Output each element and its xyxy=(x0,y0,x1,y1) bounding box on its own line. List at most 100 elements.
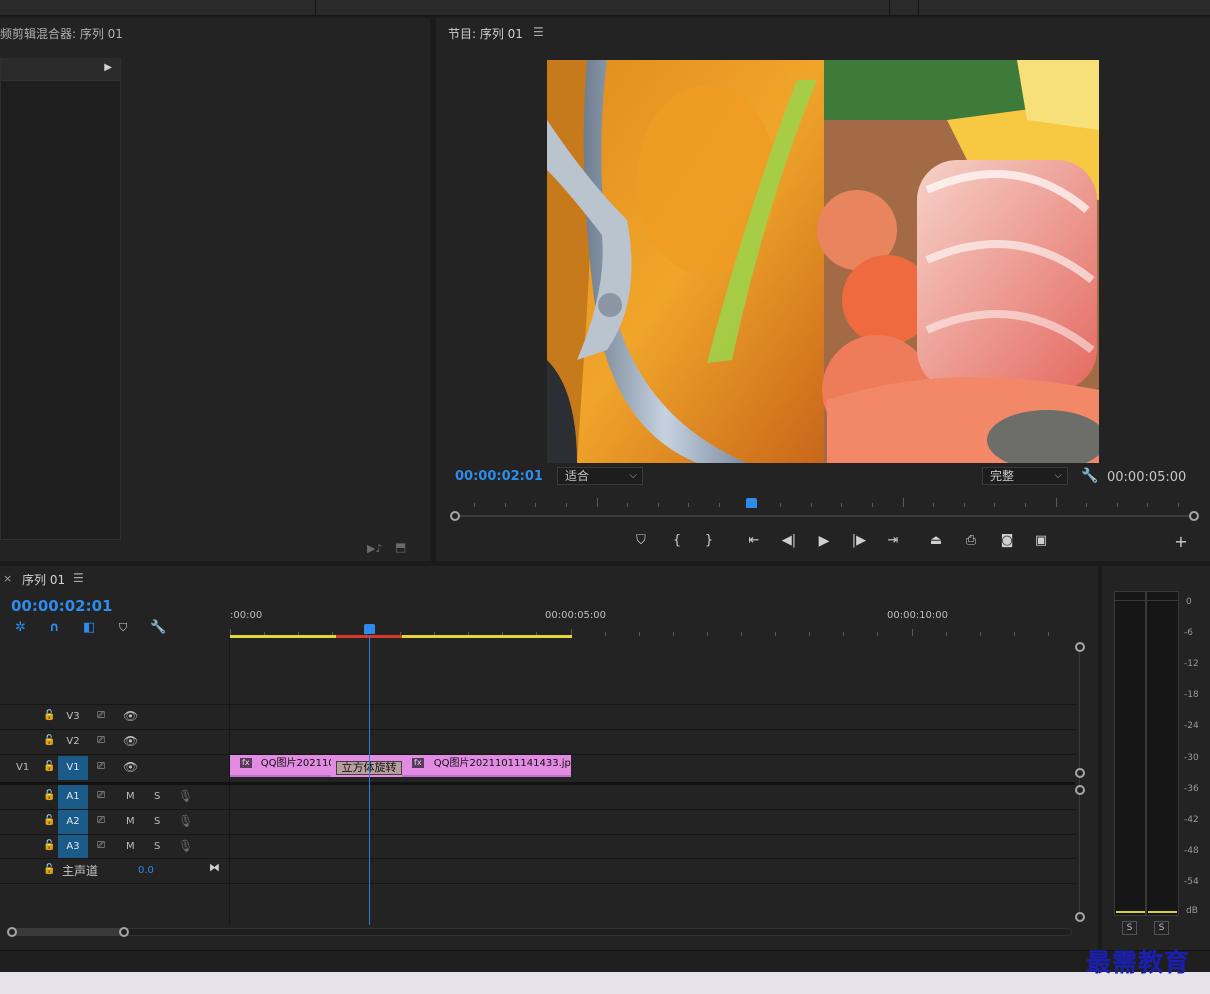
comparison-view-icon[interactable]: ▣ xyxy=(1030,531,1052,551)
meter-floor-left xyxy=(1116,911,1145,913)
mixer-track-area: ▶ xyxy=(0,58,121,540)
microphone-icon[interactable]: 🎙 xyxy=(178,789,193,803)
sync-lock-icon[interactable]: ⎚ xyxy=(97,840,105,851)
microphone-icon[interactable]: 🎙 xyxy=(178,814,193,828)
meter-scale-6: -6 xyxy=(1184,628,1193,638)
sequence-tab-title[interactable]: 序列 01 xyxy=(22,571,65,588)
go-to-in-icon[interactable]: ⇤ xyxy=(743,531,765,551)
program-monitor-title: 节目: 序列 01 xyxy=(448,27,523,41)
horizontal-scroll-track xyxy=(14,928,1072,936)
track-header-a3: 🔓 A3 ⎚ M S 🎙 xyxy=(0,835,229,859)
lock-icon[interactable]: 🔓 xyxy=(43,864,55,875)
track-name-v2[interactable]: V2 xyxy=(58,731,88,753)
ruler-label-5s: 00:00:05:00 xyxy=(545,610,607,621)
playback-resolution-select[interactable]: 完整 ⌵ xyxy=(982,467,1068,485)
lift-icon[interactable]: ⏏ xyxy=(925,531,947,551)
mark-out-icon[interactable]: } xyxy=(698,531,720,551)
lock-icon[interactable]: 🔓 xyxy=(43,790,55,801)
audio-meter-panel: 0 -6 -12 -18 -24 -30 -36 -42 -48 -54 dB … xyxy=(1102,566,1210,950)
mute-button[interactable]: M xyxy=(126,841,135,852)
solo-button-left[interactable]: S xyxy=(1122,921,1137,935)
play-icon[interactable]: ▶ xyxy=(813,531,835,551)
zoom-handle-left[interactable] xyxy=(7,927,17,937)
zoom-handle-right[interactable] xyxy=(1189,511,1199,521)
zoom-level-select[interactable]: 适合 ⌵ xyxy=(557,467,643,485)
timeline-timecode[interactable]: 00:00:02:01 xyxy=(11,597,113,615)
export-frame-icon[interactable]: ◙ xyxy=(996,531,1018,551)
horizontal-scroll-thumb[interactable] xyxy=(12,928,126,936)
solo-button[interactable]: S xyxy=(154,791,160,802)
track-header-v3: 🔓 V3 ⎚ 👁 xyxy=(0,705,229,729)
panel-menu-icon[interactable]: ☰ xyxy=(533,25,544,39)
ruler-label-10s: 00:00:10:00 xyxy=(887,610,949,621)
video-scroll-handle-bottom[interactable] xyxy=(1075,768,1085,778)
snap-icon[interactable]: ✲ xyxy=(15,620,26,635)
master-volume-value[interactable]: 0.0 xyxy=(138,865,154,876)
zoom-handle-right[interactable] xyxy=(119,927,129,937)
lock-icon[interactable]: 🔓 xyxy=(43,761,55,772)
track-name-v1[interactable]: V1 xyxy=(58,756,88,780)
lock-icon[interactable]: 🔓 xyxy=(43,815,55,826)
panel-menu-icon[interactable]: ☰ xyxy=(73,571,84,585)
top-toolbar-strip xyxy=(0,0,1210,16)
audio-scroll-handle-bottom[interactable] xyxy=(1075,912,1085,922)
eye-icon[interactable]: 👁 xyxy=(123,760,138,774)
sync-lock-icon[interactable]: ⎚ xyxy=(97,735,105,746)
sync-lock-icon[interactable]: ⎚ xyxy=(97,815,105,826)
timeline-playhead-line[interactable] xyxy=(369,636,370,925)
step-forward-icon[interactable]: |▶ xyxy=(848,531,870,551)
magnet-icon[interactable]: ∩ xyxy=(49,620,60,635)
step-back-icon[interactable]: ◀| xyxy=(778,531,800,551)
sync-lock-icon[interactable]: ⎚ xyxy=(97,761,105,772)
track-name-a2[interactable]: A2 xyxy=(58,810,88,834)
track-name-a1[interactable]: A1 xyxy=(58,785,88,809)
solo-button[interactable]: S xyxy=(154,816,160,827)
track-name-a3[interactable]: A3 xyxy=(58,835,88,858)
go-to-out-icon[interactable]: ⇥ xyxy=(882,531,904,551)
meter-left-channel xyxy=(1114,591,1146,916)
add-button-icon[interactable]: + xyxy=(1170,532,1192,552)
bottom-desktop-strip xyxy=(0,972,1210,994)
settings-wrench-icon[interactable]: 🔧 xyxy=(1081,468,1098,484)
solo-button[interactable]: S xyxy=(154,841,160,852)
lock-icon[interactable]: 🔓 xyxy=(43,840,55,851)
chevron-down-icon: ⌵ xyxy=(1054,470,1062,481)
extract-icon[interactable]: ⎙ xyxy=(960,531,982,551)
eye-icon[interactable]: 👁 xyxy=(123,709,138,723)
eye-icon[interactable]: 👁 xyxy=(123,734,138,748)
sync-lock-icon[interactable]: ⎚ xyxy=(97,710,105,721)
lock-icon[interactable]: 🔓 xyxy=(43,735,55,746)
microphone-icon[interactable]: 🎙 xyxy=(178,839,193,853)
video-scroll-handle-top[interactable] xyxy=(1075,642,1085,652)
video-clip[interactable]: fx QQ图片20211011141433.jpg xyxy=(402,755,571,777)
mute-button[interactable]: M xyxy=(126,791,135,802)
sync-lock-icon[interactable]: ⎚ xyxy=(97,790,105,801)
playback-resolution-value: 完整 xyxy=(990,469,1015,483)
bowtie-icon[interactable]: ⧓ xyxy=(209,861,220,874)
linked-selection-icon[interactable]: ◧ xyxy=(83,620,95,635)
lock-icon[interactable]: 🔓 xyxy=(43,710,55,721)
audio-input-icon[interactable]: ▶♪ xyxy=(367,542,382,555)
master-track-label: 主声道 xyxy=(62,864,99,878)
solo-button-right[interactable]: S xyxy=(1154,921,1169,935)
playhead-timecode[interactable]: 00:00:02:01 xyxy=(455,469,543,484)
track-name-v3[interactable]: V3 xyxy=(58,706,88,728)
expand-arrow-icon[interactable]: ▶ xyxy=(104,62,112,73)
meter-top-line xyxy=(1114,600,1179,601)
zoom-handle-left[interactable] xyxy=(450,511,460,521)
mute-button[interactable]: M xyxy=(126,816,135,827)
mark-in-icon[interactable]: { xyxy=(666,531,688,551)
export-icon[interactable]: ⬒ xyxy=(395,540,406,554)
mixer-track-header: ▶ xyxy=(1,59,120,81)
audio-clip-mixer-panel: 音频剪辑混合器: 序列 01 ▶ ▶♪ ⬒ xyxy=(0,18,430,561)
source-patch-v1[interactable]: V1 xyxy=(16,762,29,773)
close-tab-icon[interactable]: × xyxy=(3,572,12,585)
program-playhead-marker[interactable] xyxy=(746,498,757,508)
wrench-icon[interactable]: 🔧 xyxy=(150,620,166,635)
audio-scroll-handle-top[interactable] xyxy=(1075,785,1085,795)
marker-icon[interactable]: ⛉ xyxy=(119,621,127,635)
timeline-playhead-handle[interactable] xyxy=(364,624,375,634)
track-header-v1: V1 🔓 V1 ⎚ 👁 xyxy=(0,755,229,781)
add-marker-icon[interactable]: ⛉ xyxy=(630,531,652,551)
program-time-ruler[interactable] xyxy=(448,496,1200,510)
